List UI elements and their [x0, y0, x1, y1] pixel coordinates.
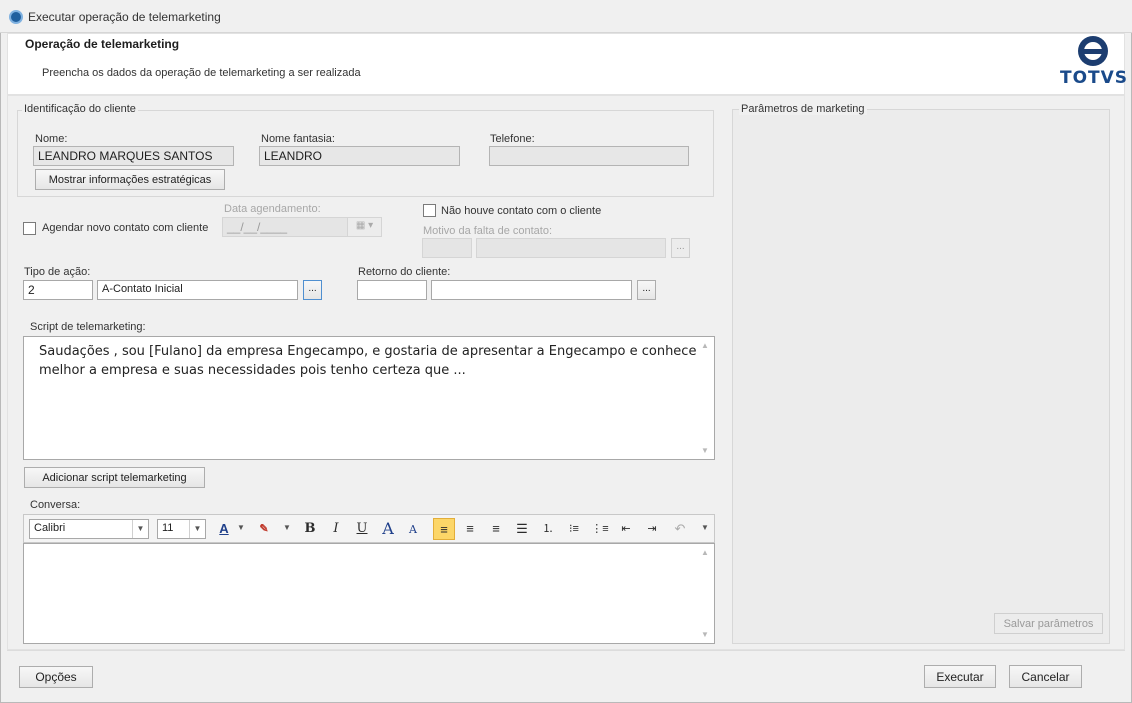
cancel-button[interactable]: Cancelar: [1009, 665, 1082, 688]
totvs-logo-icon: [1078, 36, 1108, 66]
client-return-description-field[interactable]: [431, 280, 632, 300]
rich-text-toolbar: Calibri ▼ 11 ▼ A ▼ ✎ ▼ B I U A A ≡ ≡ ≡ ☰…: [23, 514, 715, 543]
decrease-indent-icon[interactable]: ⇤: [615, 518, 637, 540]
client-return-label: Retorno do cliente:: [358, 266, 451, 278]
dialog-header: Operação de telemarketing Preencha os da…: [7, 33, 1129, 95]
font-name-value: Calibri: [34, 522, 66, 534]
no-contact-reason-lookup-button[interactable]: ...: [671, 238, 690, 258]
scroll-up-icon[interactable]: ▲: [701, 341, 709, 350]
align-justify-icon[interactable]: ☰: [511, 518, 533, 540]
fantasy-name-label: Nome fantasia:: [261, 133, 335, 145]
no-contact-reason-description[interactable]: [476, 238, 666, 258]
conversation-scrollbar[interactable]: ▲ ▼: [697, 544, 714, 643]
totvs-logo: TOTVS: [1060, 34, 1129, 94]
name-label: Nome:: [35, 133, 68, 145]
phone-label: Telefone:: [490, 133, 535, 145]
no-contact-reason-label: Motivo da falta de contato:: [423, 225, 553, 237]
title-bar: Executar operação de telemarketing: [0, 0, 1132, 33]
font-name-combo[interactable]: Calibri ▼: [29, 519, 149, 539]
font-size-combo[interactable]: 11 ▼: [157, 519, 206, 539]
toolbar-overflow-icon[interactable]: ▼: [701, 523, 709, 532]
align-right-icon[interactable]: ≡: [485, 518, 507, 540]
align-center-icon[interactable]: ≡: [459, 518, 481, 540]
no-contact-checkbox-label: Não houve contato com o cliente: [441, 205, 602, 217]
highlight-color-icon[interactable]: ✎: [253, 518, 275, 540]
font-size-value: 11: [162, 522, 174, 534]
multilevel-list-icon[interactable]: ⋮≡: [589, 518, 611, 540]
underline-icon[interactable]: U: [351, 518, 373, 540]
logo-text: TOTVS: [1060, 68, 1129, 88]
script-textarea[interactable]: Saudações , sou [Fulano] da empresa Enge…: [23, 336, 715, 460]
no-contact-checkbox[interactable]: [423, 204, 436, 217]
execute-button[interactable]: Executar: [924, 665, 996, 688]
app-icon: [9, 10, 23, 24]
bullet-list-icon[interactable]: ⁝≡: [563, 518, 585, 540]
script-line-1: Saudações , sou [Fulano] da empresa Enge…: [39, 344, 702, 359]
italic-icon[interactable]: I: [325, 518, 347, 540]
marketing-group-label: Parâmetros de marketing: [739, 103, 867, 115]
chevron-down-icon[interactable]: ▼: [189, 520, 205, 538]
scroll-down-icon[interactable]: ▼: [701, 630, 709, 639]
fantasy-name-field[interactable]: LEANDRO: [259, 146, 460, 166]
no-contact-reason-code[interactable]: [422, 238, 472, 258]
font-color-icon[interactable]: A: [213, 518, 235, 540]
options-button[interactable]: Opções: [19, 666, 93, 688]
add-script-button[interactable]: Adicionar script telemarketing: [24, 467, 205, 488]
script-label: Script de telemarketing:: [30, 321, 146, 333]
script-scrollbar[interactable]: ▲ ▼: [697, 337, 714, 459]
calendar-icon[interactable]: ▦ ▾: [347, 218, 381, 236]
bold-icon[interactable]: B: [299, 518, 321, 540]
shrink-font-icon[interactable]: A: [402, 519, 424, 541]
conversation-label: Conversa:: [30, 499, 81, 511]
client-group-label: Identificação do cliente: [22, 103, 138, 115]
scroll-up-icon[interactable]: ▲: [701, 548, 709, 557]
page-title: Operação de telemarketing: [25, 37, 180, 51]
name-field[interactable]: LEANDRO MARQUES SANTOS: [33, 146, 234, 166]
action-type-label: Tipo de ação:: [24, 266, 91, 278]
align-left-icon[interactable]: ≡: [433, 518, 455, 540]
undo-icon[interactable]: ↶: [669, 518, 691, 540]
action-type-lookup-button[interactable]: ...: [303, 280, 322, 300]
conversation-editor[interactable]: ▲ ▼: [23, 543, 715, 644]
client-return-lookup-button[interactable]: ...: [637, 280, 656, 300]
strategic-info-button[interactable]: Mostrar informações estratégicas: [35, 169, 225, 190]
schedule-date-field[interactable]: __/__/____ ▦ ▾: [222, 217, 382, 237]
chevron-down-icon[interactable]: ▼: [132, 520, 148, 538]
client-return-code-field[interactable]: [357, 280, 427, 300]
highlight-dropdown-icon[interactable]: ▼: [283, 523, 291, 532]
action-type-description-field[interactable]: A-Contato Inicial: [97, 280, 298, 300]
font-color-dropdown-icon[interactable]: ▼: [237, 523, 245, 532]
save-parameters-button[interactable]: Salvar parâmetros: [994, 613, 1103, 634]
increase-indent-icon[interactable]: ⇥: [641, 518, 663, 540]
page-subtitle: Preencha os dados da operação de telemar…: [42, 67, 361, 79]
action-type-code-field[interactable]: 2: [23, 280, 93, 300]
schedule-date-label: Data agendamento:: [224, 203, 321, 215]
grow-font-icon[interactable]: A: [377, 518, 399, 540]
schedule-checkbox[interactable]: [23, 222, 36, 235]
marketing-group: [732, 109, 1110, 644]
schedule-checkbox-label: Agendar novo contato com cliente: [42, 222, 209, 234]
scroll-down-icon[interactable]: ▼: [701, 446, 709, 455]
numbered-list-icon[interactable]: ⒈: [537, 518, 559, 540]
script-line-2: melhor a empresa e suas necessidades poi…: [39, 363, 466, 378]
phone-field[interactable]: [489, 146, 689, 166]
schedule-date-value: __/__/____: [227, 220, 288, 234]
window-title: Executar operação de telemarketing: [28, 10, 221, 24]
